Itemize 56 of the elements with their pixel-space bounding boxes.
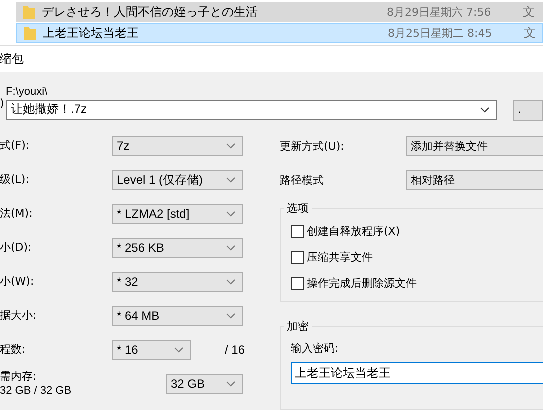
folder-icon [23, 25, 37, 41]
chevron-icon [226, 211, 236, 217]
file-row[interactable]: 上老王论坛当老王 8月25日星期二 8:45 文 [16, 23, 543, 43]
file-date: 8月29日星期六 7:56 [387, 4, 492, 20]
file-type: 文 [523, 4, 535, 20]
chevron-icon [226, 143, 236, 149]
dropdown[interactable]: 7z [112, 136, 243, 156]
chevron-icon [174, 347, 184, 353]
dropdown[interactable]: * 256 KB [112, 238, 243, 258]
memory-value: 32 GB / 32 GB [0, 384, 73, 398]
file-name: 上老王论坛当老王 [43, 24, 140, 42]
checkbox[interactable] [291, 276, 304, 290]
chevron-icon [226, 279, 236, 285]
checkbox[interactable] [291, 224, 304, 238]
file-type: 文 [524, 24, 536, 42]
field-label: 法(M): [0, 207, 34, 221]
field-label: 小(D): [0, 241, 33, 255]
group-title: 选项 [284, 201, 312, 216]
field-label: 更新方式(U): [280, 138, 346, 154]
dropdown[interactable]: * 16 [112, 340, 191, 360]
password-label: 输入密码: [291, 341, 340, 356]
dropdown[interactable]: * 32 [112, 272, 243, 292]
window-title: 缩包 [0, 50, 24, 68]
chevron-icon [226, 177, 236, 183]
dropdown[interactable]: 相对路径 [406, 170, 543, 190]
browse-button[interactable]: . [513, 100, 543, 120]
dropdown[interactable]: 添加并替换文件 [406, 136, 543, 156]
checkbox-label: 压缩共享文件 [307, 250, 373, 264]
chevron-icon [480, 106, 490, 112]
file-row[interactable]: デレさせろ！人間不信の姪っ子との生活 8月29日星期六 7:56 文 [16, 2, 543, 22]
field-label: 式(F): [0, 139, 31, 153]
field-label: 小(W): [0, 275, 36, 289]
field-label: 需内存: [0, 370, 38, 384]
dropdown[interactable]: 32 GB [166, 374, 243, 394]
checkbox-label: 操作完成后删除源文件 [307, 276, 417, 290]
group-title: 加密 [284, 319, 312, 334]
checkbox[interactable] [291, 250, 304, 264]
thread-count: / 16 [225, 343, 246, 357]
archive-name-field[interactable]: 让她撒娇！.7z [6, 100, 497, 120]
file-name: デレさせろ！人間不信の姪っ子との生活 [42, 4, 259, 20]
field-label: 路径模式 [280, 172, 325, 188]
folder-path: F:\youxi\ [6, 86, 49, 98]
field-label: 级(L): [0, 173, 30, 187]
field-label: 据大小: [0, 309, 38, 323]
checkbox-label: 创建自释放程序(X) [307, 224, 400, 238]
archive-label: ) [0, 96, 6, 110]
password-field[interactable]: 上老王论坛当老王 [291, 362, 543, 384]
field-label: 程数: [0, 343, 27, 357]
dropdown[interactable]: * LZMA2 [std] [112, 204, 243, 224]
file-date: 8月25日星期二 8:45 [388, 26, 494, 40]
dropdown[interactable]: Level 1 (仅存储) [112, 170, 243, 190]
chevron-icon [226, 381, 236, 387]
folder-icon [22, 4, 36, 20]
dropdown[interactable]: * 64 MB [112, 306, 243, 326]
chevron-icon [226, 313, 236, 319]
chevron-icon [226, 245, 236, 251]
